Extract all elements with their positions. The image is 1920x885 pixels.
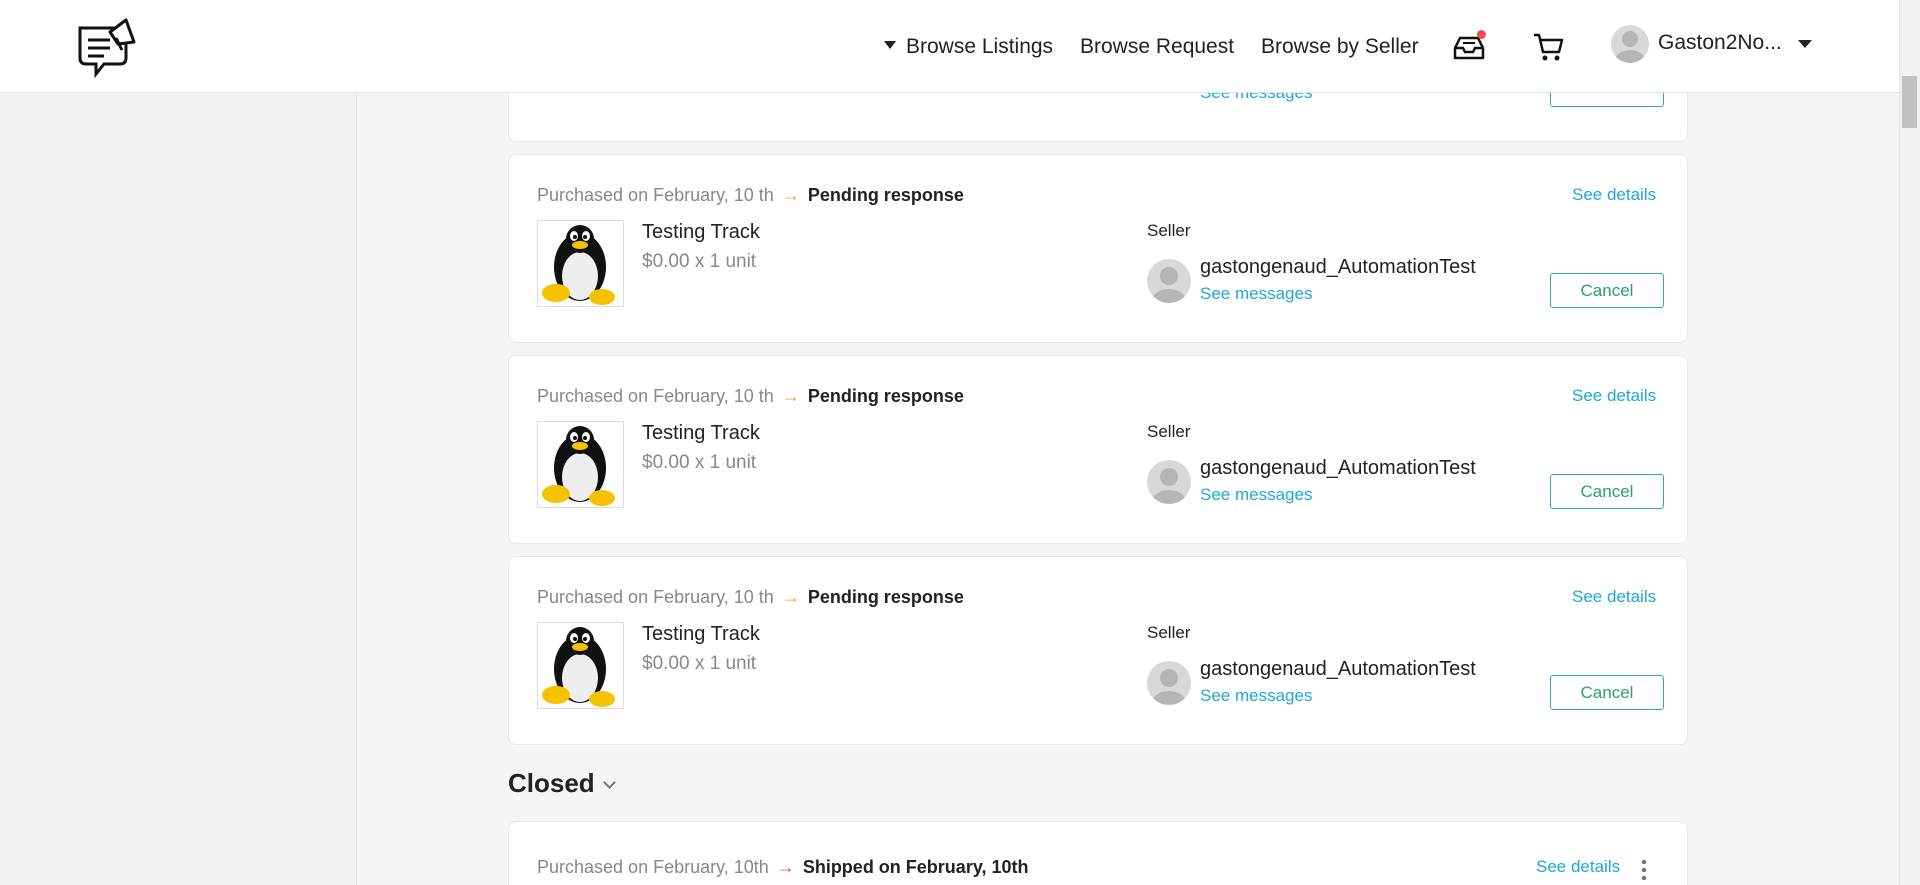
penguin-icon: [542, 426, 615, 506]
product-name[interactable]: Testing Track: [642, 623, 760, 646]
order-date: Purchased on February, 10 th: [537, 185, 774, 205]
order-status: Pending response: [807, 386, 964, 406]
scrollbar-thumb[interactable]: [1902, 76, 1917, 128]
arrow-right-icon: →: [781, 587, 800, 607]
notification-badge: [1477, 30, 1486, 39]
seller-name[interactable]: gastongenaud_AutomationTest: [1200, 256, 1476, 279]
see-messages-link[interactable]: See messages: [1200, 284, 1312, 304]
product-price: $0.00 x 1 unit: [642, 452, 757, 473]
seller-label: Seller: [1147, 623, 1191, 642]
user-avatar-icon: [1615, 31, 1645, 63]
seller-avatar: [1147, 460, 1191, 504]
browse-by-seller-link[interactable]: Browse by Seller: [1261, 35, 1419, 59]
cart-icon: [1534, 33, 1564, 61]
seller-label: Seller: [1147, 221, 1191, 240]
chevron-down-icon: [602, 776, 616, 789]
arrow-right-icon: →: [776, 857, 795, 877]
left-sidebar: [0, 93, 357, 885]
order-date: Purchased on February, 10 th: [537, 587, 774, 607]
browse-listings-nav[interactable]: Browse Listings: [884, 0, 1053, 93]
see-details-link[interactable]: See details: [1536, 857, 1620, 877]
caret-down-icon: [884, 40, 896, 49]
user-avatar-icon: [1152, 669, 1186, 705]
product-name[interactable]: Testing Track: [642, 221, 760, 244]
cancel-button[interactable]: Cancel: [1550, 675, 1664, 710]
order-status: Pending response: [807, 587, 964, 607]
product-thumbnail[interactable]: [537, 220, 624, 307]
order-date: Purchased on February, 10 th: [537, 386, 774, 406]
inbox-button[interactable]: [1451, 28, 1487, 64]
browse-listings-link[interactable]: Browse Listings: [906, 35, 1053, 59]
app-logo-icon[interactable]: [76, 14, 138, 80]
see-details-link[interactable]: See details: [1572, 386, 1656, 406]
more-options-icon[interactable]: [1642, 860, 1648, 880]
product-price: $0.00 x 1 unit: [642, 251, 757, 272]
user-name[interactable]: Gaston2No...: [1658, 31, 1782, 55]
caret-down-icon[interactable]: [1798, 40, 1812, 48]
product-name[interactable]: Testing Track: [642, 422, 760, 445]
seller-name[interactable]: gastongenaud_AutomationTest: [1200, 658, 1476, 681]
arrow-right-icon: →: [781, 386, 800, 406]
see-details-link[interactable]: See details: [1572, 587, 1656, 607]
see-messages-link[interactable]: See messages: [1200, 686, 1312, 706]
seller-label: Seller: [1147, 422, 1191, 441]
order-header: Purchased on February, 10 th → Pending res…: [537, 185, 964, 206]
see-details-link[interactable]: See details: [1572, 185, 1656, 205]
cancel-button[interactable]: Cancel: [1550, 273, 1664, 308]
browse-request-nav: Browse Request: [1080, 0, 1234, 93]
order-header: Purchased on February, 10 th → Pending res…: [537, 587, 964, 608]
user-avatar[interactable]: [1611, 25, 1649, 63]
seller-avatar: [1147, 259, 1191, 303]
order-status: Shipped on February, 10th: [802, 857, 1029, 877]
order-card: Purchased on February, 10 th → Pending res…: [508, 154, 1688, 343]
closed-order-card: Purchased on February, 10th → Shipped on F…: [508, 821, 1688, 885]
seller-name[interactable]: gastongenaud_AutomationTest: [1200, 457, 1476, 480]
closed-section-toggle[interactable]: Closed: [508, 768, 616, 799]
browse-request-link[interactable]: Browse Request: [1080, 35, 1234, 59]
cart-button[interactable]: [1530, 28, 1566, 64]
browse-by-seller-nav: Browse by Seller: [1261, 0, 1419, 93]
product-thumbnail[interactable]: [537, 622, 624, 709]
penguin-icon: [542, 627, 615, 707]
order-card: Purchased on February, 10 th → Pending res…: [508, 355, 1688, 544]
user-avatar-icon: [1152, 468, 1186, 504]
arrow-right-icon: →: [781, 185, 800, 205]
user-avatar-icon: [1152, 267, 1186, 303]
page-scrollbar[interactable]: [1899, 0, 1920, 885]
order-header: Purchased on February, 10 th → Pending res…: [537, 386, 964, 407]
penguin-icon: [542, 225, 615, 305]
seller-avatar: [1147, 661, 1191, 705]
order-card: Purchased on February, 10 th → Pending res…: [508, 556, 1688, 745]
closed-section-title: Closed: [508, 768, 595, 798]
see-messages-link[interactable]: See messages: [1200, 485, 1312, 505]
product-price: $0.00 x 1 unit: [642, 653, 757, 674]
order-header: Purchased on February, 10th → Shipped on F…: [537, 857, 1029, 878]
top-navigation-bar: Browse Listings Browse Request Browse by…: [0, 0, 1899, 93]
order-status: Pending response: [807, 185, 964, 205]
order-date: Purchased on February, 10th: [537, 857, 769, 877]
cancel-button[interactable]: Cancel: [1550, 474, 1664, 509]
product-thumbnail[interactable]: [537, 421, 624, 508]
